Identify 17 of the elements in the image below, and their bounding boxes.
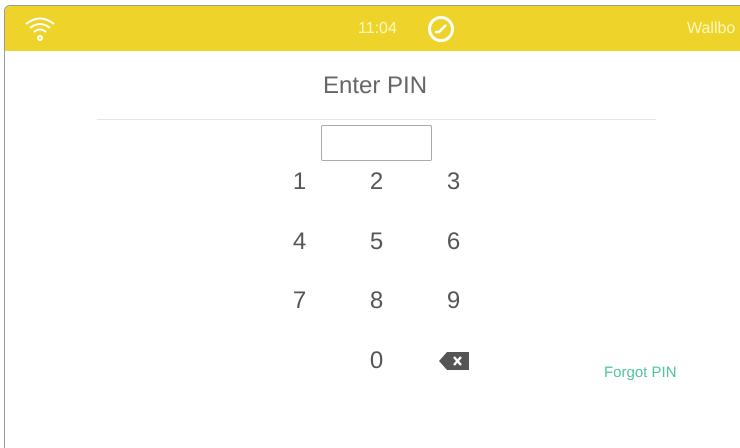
keypad-key[interactable]: 3 [434,166,474,198]
pin-field[interactable] [321,125,432,161]
keypad-key[interactable]: 5 [356,226,396,258]
clock-icon[interactable] [427,14,455,42]
keypad-key[interactable]: 2 [356,166,396,198]
page-title: Enter PIN [323,71,428,101]
wifi-icon[interactable] [24,16,56,42]
keypad-key[interactable]: 1 [280,166,320,198]
backspace-icon [438,352,468,370]
keypad-key[interactable]: 0 [356,344,396,376]
device-name: Wallbo [687,18,736,38]
keypad-key[interactable]: 4 [280,226,320,258]
keypad-key[interactable]: 6 [434,226,474,258]
keypad-key[interactable]: 7 [280,285,320,317]
keypad-key[interactable]: 9 [434,285,474,317]
keypad-key[interactable]: 8 [356,285,396,317]
clock-time: 11:04 [358,18,397,38]
